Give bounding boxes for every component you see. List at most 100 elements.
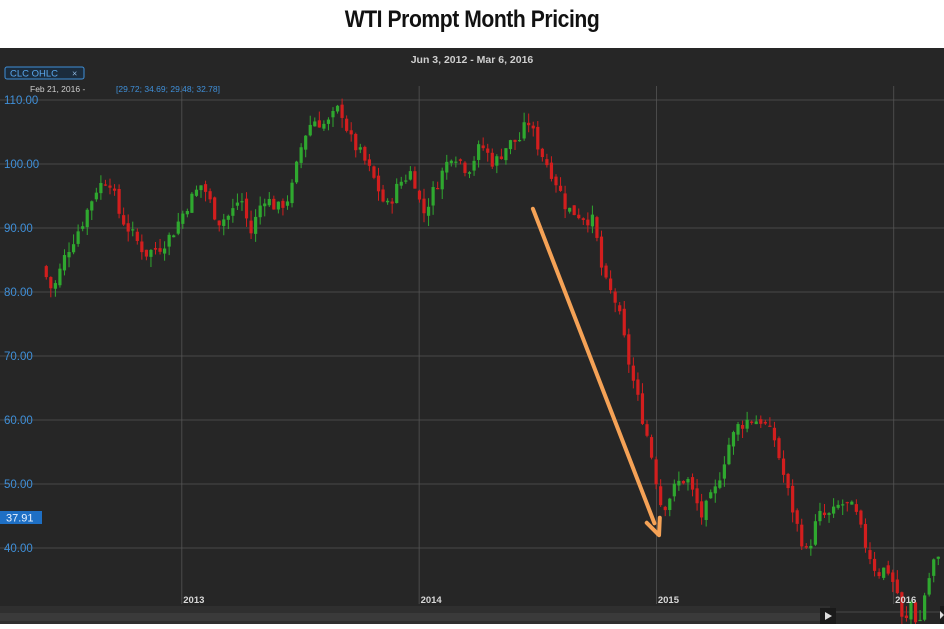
candle-body — [390, 201, 394, 204]
candle-body — [267, 198, 271, 206]
candle-body — [231, 208, 235, 216]
candle-body — [135, 231, 139, 241]
candle-body — [449, 160, 453, 164]
y-tick-label: 50.00 — [4, 479, 33, 491]
candle-body — [326, 119, 331, 124]
candle-body — [850, 501, 854, 505]
candle-body — [891, 572, 895, 582]
candle-body — [363, 146, 367, 161]
candle-body — [645, 424, 649, 436]
candle-body — [786, 473, 790, 489]
candle-body — [604, 265, 608, 278]
candle-body — [736, 424, 740, 435]
candle-body — [927, 578, 931, 595]
candle-body — [272, 198, 276, 210]
candle-body — [477, 144, 481, 160]
candle-body — [431, 187, 435, 206]
candle-body — [649, 437, 654, 458]
candle-body — [581, 218, 585, 220]
x-tick-label: 2013 — [183, 595, 204, 606]
candle-body — [258, 205, 262, 218]
candle-body — [677, 480, 681, 486]
candle-body — [522, 122, 526, 139]
candle-body — [345, 118, 349, 131]
candle-body — [654, 459, 658, 485]
candle-body — [131, 229, 135, 231]
candle-body — [868, 550, 872, 560]
y-axis: 110.00 100.00 90.00 80.00 70.00 60.00 50.00 40.… — [4, 95, 39, 619]
candle-body — [481, 145, 485, 149]
candle-body — [631, 365, 635, 381]
candle-body — [240, 201, 244, 203]
candle-body — [690, 477, 695, 490]
candle-body — [659, 486, 663, 506]
candle-body — [317, 120, 321, 128]
readout-date: Feb 21, 2016 - — [30, 84, 85, 94]
candle-body — [895, 579, 899, 594]
candle-body — [308, 124, 312, 136]
candle-body — [58, 268, 62, 286]
candle-body — [158, 248, 162, 252]
candle-body — [294, 161, 299, 183]
candle-body — [740, 424, 745, 429]
candle-body — [190, 193, 194, 213]
candle-body — [67, 252, 71, 258]
candle-body — [281, 200, 285, 208]
candle-body — [622, 308, 626, 336]
candle-body — [672, 483, 676, 497]
candle-body — [859, 510, 863, 525]
candle-body — [704, 500, 708, 520]
last-price-marker: 37.91 — [0, 511, 42, 525]
candle-body — [832, 506, 836, 514]
candle-body — [99, 183, 103, 194]
candle-body — [681, 480, 686, 484]
candle-body — [722, 464, 726, 479]
candle-body — [153, 248, 158, 250]
x-tick-label: 2016 — [895, 595, 916, 606]
trend-arrow-annotation — [530, 206, 662, 538]
candle-body — [495, 156, 499, 166]
chart-panel[interactable]: Jun 3, 2012 - Mar 6, 2016 CLC OHLC × Feb… — [0, 48, 944, 629]
candle-body — [577, 214, 581, 219]
candle-body — [763, 421, 767, 424]
candle-body — [818, 510, 822, 522]
candle-body — [140, 241, 144, 253]
candle-body — [290, 182, 294, 204]
candle-body — [586, 219, 590, 226]
candle-body — [172, 235, 176, 238]
candle-body — [185, 210, 189, 215]
candle-body — [235, 202, 240, 206]
candle-body — [618, 305, 622, 312]
candle-body — [554, 176, 558, 186]
close-icon[interactable]: × — [72, 69, 77, 79]
candle-body — [62, 255, 67, 271]
candle-body — [686, 479, 690, 483]
series-tag-label: CLC OHLC — [10, 69, 58, 80]
candle-body — [386, 200, 390, 203]
candle-body — [668, 498, 672, 511]
candle-body — [886, 565, 890, 574]
candle-body — [244, 198, 249, 219]
candle-body — [304, 135, 308, 150]
candle-body — [208, 191, 212, 200]
candle-body — [445, 161, 449, 173]
candle-body — [454, 161, 458, 163]
last-price-label: 37.91 — [6, 513, 34, 525]
candle-body — [417, 190, 422, 200]
candle-body — [504, 148, 508, 161]
navigator-bar[interactable] — [0, 606, 944, 624]
candle-body — [508, 140, 513, 150]
candle-body — [349, 130, 353, 135]
candle-body — [472, 160, 476, 171]
candle-body — [595, 217, 599, 238]
candle-body — [540, 148, 544, 158]
candlestick-chart[interactable]: Jun 3, 2012 - Mar 6, 2016 CLC OHLC × Feb… — [0, 48, 944, 629]
date-range-label: Jun 3, 2012 - Mar 6, 2016 — [411, 54, 534, 66]
series-tag[interactable]: CLC OHLC × — [4, 66, 85, 80]
candle-body — [536, 126, 540, 150]
candle-body — [781, 458, 786, 475]
y-tick-label: 80.00 — [4, 287, 33, 299]
candle-body — [750, 421, 754, 423]
y-tick-label: 110.00 — [4, 95, 38, 107]
candle-body — [599, 236, 604, 268]
